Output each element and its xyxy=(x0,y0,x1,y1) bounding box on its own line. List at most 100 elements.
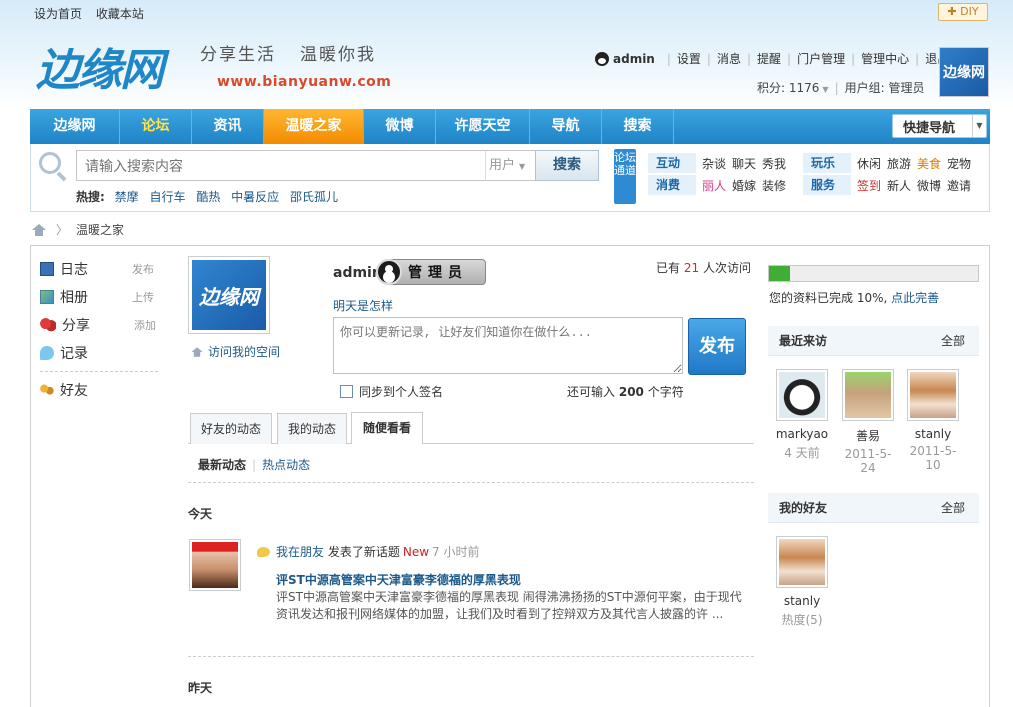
main-nav: 边缘网 论坛 资讯 温暖之家 微博 许愿天空 导航 搜索 快捷导航 ▼ xyxy=(30,109,990,144)
category-link[interactable]: 聊天 xyxy=(732,155,756,172)
category-link[interactable]: 秀我 xyxy=(762,155,786,172)
category-link[interactable]: 美食 xyxy=(917,155,941,172)
friend-name[interactable]: stanly xyxy=(772,594,832,608)
publish-button[interactable]: 发布 xyxy=(688,318,746,375)
category-link[interactable]: 杂谈 xyxy=(702,155,726,172)
sidebar-item-diary[interactable]: 日志 发布 xyxy=(40,255,160,283)
sidebar-item-record[interactable]: 记录 xyxy=(40,339,160,367)
subtab-latest[interactable]: 最新动态 xyxy=(198,458,246,472)
admin-center-link[interactable]: 管理中心 xyxy=(861,50,909,67)
quick-nav-dropdown[interactable]: 快捷导航 ▼ xyxy=(892,114,987,138)
sync-signature-option[interactable]: 同步到个人签名 xyxy=(340,383,443,400)
hot-term[interactable]: 中暑反应 xyxy=(231,190,279,204)
visitor-item[interactable]: markyao 4 天前 xyxy=(772,369,832,461)
search-scope-select[interactable]: 用户 ▼ xyxy=(485,150,537,181)
category-link[interactable]: 新人 xyxy=(887,177,911,194)
friend-item[interactable]: stanly 热度(5) xyxy=(772,536,832,628)
nav-item-weibo[interactable]: 微博 xyxy=(364,109,436,144)
nav-item-search[interactable]: 搜索 xyxy=(602,109,674,144)
sidebar-item-action[interactable]: 添加 xyxy=(134,317,156,333)
visitor-item[interactable]: stanly 2011-5-10 xyxy=(903,369,963,472)
messages-link[interactable]: 消息 xyxy=(717,50,741,67)
category-service[interactable]: 服务 xyxy=(803,175,851,195)
sidebar-item-action[interactable]: 发布 xyxy=(132,261,154,277)
hot-term[interactable]: 酷热 xyxy=(196,190,220,204)
notifications-link[interactable]: 提醒 xyxy=(757,50,781,67)
category-link[interactable]: 邀请 xyxy=(947,177,971,194)
visitor-name[interactable]: markyao xyxy=(772,427,832,441)
tab-friends-feed[interactable]: 好友的动态 xyxy=(190,413,272,444)
visitor-avatar[interactable] xyxy=(842,369,894,421)
user-avatar[interactable]: 边缘网 xyxy=(939,47,989,97)
category-link[interactable]: 签到 xyxy=(857,177,881,194)
category-link[interactable]: 旅游 xyxy=(887,155,911,172)
bookmark-link[interactable]: 收藏本站 xyxy=(96,7,144,21)
divider: | xyxy=(252,458,257,472)
subtab-hot[interactable]: 热点动态 xyxy=(262,458,310,472)
hot-term[interactable]: 禁摩 xyxy=(115,190,139,204)
sidebar-item-friends[interactable]: 好友 xyxy=(40,376,160,404)
points-link[interactable]: 积分: 1176 xyxy=(757,81,819,95)
nav-item-wish-sky[interactable]: 许愿天空 xyxy=(436,109,530,144)
category-link[interactable]: 丽人 xyxy=(702,177,726,194)
category-interact[interactable]: 互动 xyxy=(648,153,696,173)
feed-user-link[interactable]: 我在朋友 xyxy=(276,543,324,560)
status-input[interactable] xyxy=(333,317,683,374)
category-link[interactable]: 微博 xyxy=(917,177,941,194)
mood-text[interactable]: 明天是怎样 xyxy=(333,297,393,314)
category-play[interactable]: 玩乐 xyxy=(803,153,851,173)
feed-avatar[interactable] xyxy=(189,539,241,591)
visitor-item[interactable]: 善易 2011-5-24 xyxy=(838,369,898,475)
site-logo[interactable]: 边缘网 xyxy=(36,34,196,104)
sync-checkbox[interactable] xyxy=(340,385,353,398)
visitor-avatar[interactable] xyxy=(776,369,828,421)
album-icon xyxy=(40,290,54,304)
recent-visitors-all-link[interactable]: 全部 xyxy=(941,332,965,349)
home-icon[interactable] xyxy=(32,223,46,236)
nav-item-warm-home[interactable]: 温暖之家 xyxy=(264,109,364,144)
portal-admin-link[interactable]: 门户管理 xyxy=(797,50,845,67)
breadcrumb-current[interactable]: 温暖之家 xyxy=(76,221,124,238)
visitor-name[interactable]: stanly xyxy=(903,427,963,441)
feed-header: 我在朋友 发表了新话题 New 7 小时前 xyxy=(257,543,480,560)
hot-term[interactable]: 邵氏孤儿 xyxy=(290,190,338,204)
nav-item-forum[interactable]: 论坛 xyxy=(120,109,192,144)
user-group-link[interactable]: 用户组: 管理员 xyxy=(845,81,925,95)
hot-term[interactable]: 自行车 xyxy=(149,190,185,204)
username-link[interactable]: admin xyxy=(613,52,655,66)
diy-button[interactable]: ✚ DIY xyxy=(938,3,988,21)
visitor-avatar[interactable] xyxy=(907,369,959,421)
char-remaining: 还可输入 200 个字符 xyxy=(567,383,684,400)
category-link[interactable]: 宠物 xyxy=(947,155,971,172)
feed-title-link[interactable]: 评ST中源高管案中天津富豪李德福的厚黑表现 xyxy=(276,571,521,588)
tab-my-feed[interactable]: 我的动态 xyxy=(277,413,347,444)
settings-link[interactable]: 设置 xyxy=(677,50,701,67)
sidebar-item-share[interactable]: 分享 添加 xyxy=(40,311,160,339)
friend-avatar[interactable] xyxy=(776,536,828,588)
visitor-name[interactable]: 善易 xyxy=(838,427,898,444)
category-link[interactable]: 装修 xyxy=(762,177,786,194)
nav-item-news[interactable]: 资讯 xyxy=(192,109,264,144)
nav-item-navigation[interactable]: 导航 xyxy=(530,109,602,144)
my-friends-title: 我的好友 xyxy=(779,501,828,515)
sidebar-item-label: 记录 xyxy=(60,346,88,362)
nav-item-home[interactable]: 边缘网 xyxy=(30,109,120,144)
category-consume[interactable]: 消费 xyxy=(648,175,696,195)
set-homepage-link[interactable]: 设为首页 xyxy=(34,7,82,21)
visit-space-link[interactable]: 访问我的空间 xyxy=(190,343,280,360)
my-friends-all-link[interactable]: 全部 xyxy=(941,499,965,516)
sidebar-item-action[interactable]: 上传 xyxy=(132,289,154,305)
sidebar-item-album[interactable]: 相册 上传 xyxy=(40,283,160,311)
tab-browse[interactable]: 随便看看 xyxy=(351,412,423,444)
search-button[interactable]: 搜索 xyxy=(535,150,599,181)
visits-prefix: 已有 xyxy=(656,261,681,275)
logo-text: 边缘网 xyxy=(36,45,164,96)
chevron-down-icon[interactable]: ▼ xyxy=(822,85,828,94)
remain-count: 200 xyxy=(618,385,644,399)
complete-profile-link[interactable]: 点此完善 xyxy=(891,291,939,305)
category-link[interactable]: 休闲 xyxy=(857,155,881,172)
search-input[interactable] xyxy=(76,150,486,181)
category-link[interactable]: 婚嫁 xyxy=(732,177,756,194)
admin-badge: 管理员 xyxy=(376,259,486,285)
profile-avatar[interactable]: 边缘网 xyxy=(188,256,270,334)
